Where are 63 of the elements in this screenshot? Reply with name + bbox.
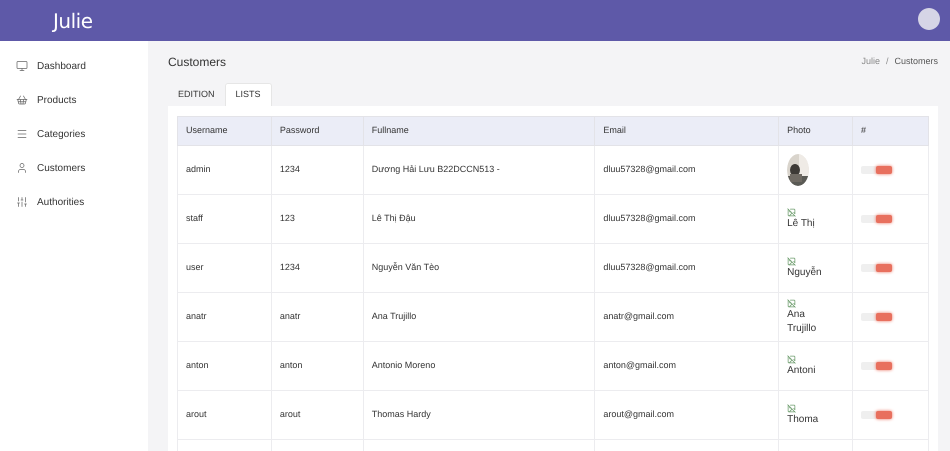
broken-image-icon: [787, 256, 796, 266]
table-cell: Lê Thị Đậu: [363, 194, 595, 244]
sidebar-item[interactable]: Categories: [0, 117, 148, 151]
image-alt-text: Lê Thị: [787, 216, 816, 230]
column-header: #: [852, 116, 928, 146]
table-cell: dluu57328@gmail.com: [594, 146, 779, 194]
table-cell: anton: [271, 342, 364, 390]
toggle-switch[interactable]: [861, 166, 892, 174]
table-cell: admin: [178, 146, 272, 194]
tab[interactable]: LISTS: [224, 83, 272, 106]
tab[interactable]: EDITION: [168, 83, 225, 106]
table-cell: arout: [271, 390, 364, 440]
table-cell: dluu57328@gmail.com: [594, 244, 779, 292]
broken-image-icon: [787, 298, 796, 308]
table-cell: anatr: [271, 292, 364, 342]
monitor-icon: [16, 60, 28, 72]
table-cell: Thomas Hardy: [363, 390, 595, 440]
toggle-switch[interactable]: [861, 362, 892, 370]
brand-title: Julie: [53, 8, 92, 34]
table-cell: 1234: [271, 146, 364, 194]
sidebar-item[interactable]: Dashboard: [0, 49, 148, 83]
toggle-switch[interactable]: [861, 264, 892, 272]
table-cell: anton@gmail.com: [594, 342, 779, 390]
column-header: Password: [271, 116, 364, 146]
basket-icon: [16, 94, 28, 106]
column-header: Email: [594, 116, 779, 146]
table-cell: anatr: [178, 292, 272, 342]
image-alt-text: Thoma: [787, 412, 820, 426]
image-alt-text: Antoni: [787, 364, 816, 378]
sidebar-item[interactable]: Customers: [0, 151, 148, 185]
column-header: Photo: [778, 116, 853, 146]
column-header: Fullname: [363, 116, 595, 146]
image-alt-text: Nguyễn: [787, 266, 823, 280]
user-avatar-icon[interactable]: [918, 8, 940, 30]
sidebar-item[interactable]: Authorities: [0, 185, 148, 219]
table-cell: arout: [178, 390, 272, 440]
breadcrumb-separator: /: [886, 55, 888, 68]
table-cell: Nguyễn Văn Tèo: [363, 244, 595, 292]
table-cell: staff: [178, 194, 272, 244]
user-icon: [16, 162, 28, 174]
broken-image-icon: [787, 354, 796, 364]
toggle-switch[interactable]: [861, 215, 892, 223]
table-cell: 1234: [271, 244, 364, 292]
table-cell: dluu57328@gmail.com: [594, 194, 779, 244]
page-title: Customers: [168, 54, 226, 71]
sidebar-item[interactable]: Products: [0, 83, 148, 117]
toggle-switch[interactable]: [861, 313, 892, 321]
table-cell: Antonio Moreno: [363, 342, 595, 390]
table-cell: Ana Trujillo: [363, 292, 595, 342]
table-cell: anatr@gmail.com: [594, 292, 779, 342]
table-cell: Dương Hải Lưu B22DCCN513 -: [363, 146, 595, 194]
table-cell: anton: [178, 342, 272, 390]
table-cell: 123: [271, 194, 364, 244]
broken-image-icon: [787, 208, 796, 216]
image-alt-text: Ana Trujillo: [787, 308, 818, 336]
broken-image-icon: [787, 404, 796, 412]
toggle-switch[interactable]: [861, 411, 892, 419]
list-icon: [16, 128, 28, 140]
table-cell: user: [178, 244, 272, 292]
breadcrumb-link[interactable]: Customers: [894, 55, 938, 69]
column-header: Username: [178, 116, 272, 146]
sliders-icon: [16, 196, 28, 208]
table-cell: arout@gmail.com: [594, 390, 779, 440]
